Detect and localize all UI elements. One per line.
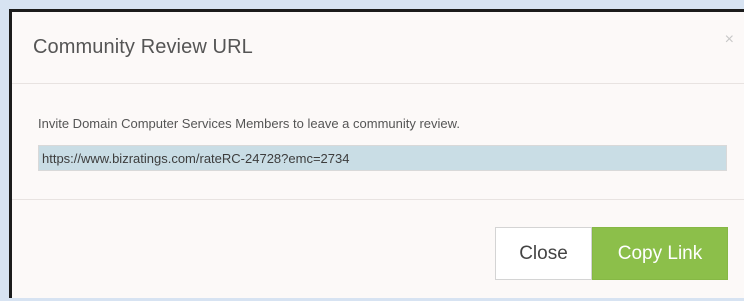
review-url-field[interactable]	[38, 145, 727, 171]
modal-footer: Close Copy Link	[12, 200, 744, 301]
close-button[interactable]: Close	[495, 227, 592, 280]
page-background: Community Review URL × Invite Domain Com…	[0, 0, 744, 298]
modal-header: Community Review URL ×	[12, 12, 744, 84]
modal-title: Community Review URL	[33, 36, 253, 58]
copy-link-button[interactable]: Copy Link	[592, 227, 728, 280]
community-review-modal: Community Review URL × Invite Domain Com…	[9, 9, 744, 298]
invite-instructions: Invite Domain Computer Services Members …	[38, 116, 460, 131]
close-icon[interactable]: ×	[725, 32, 734, 48]
modal-body: Invite Domain Computer Services Members …	[12, 84, 744, 200]
